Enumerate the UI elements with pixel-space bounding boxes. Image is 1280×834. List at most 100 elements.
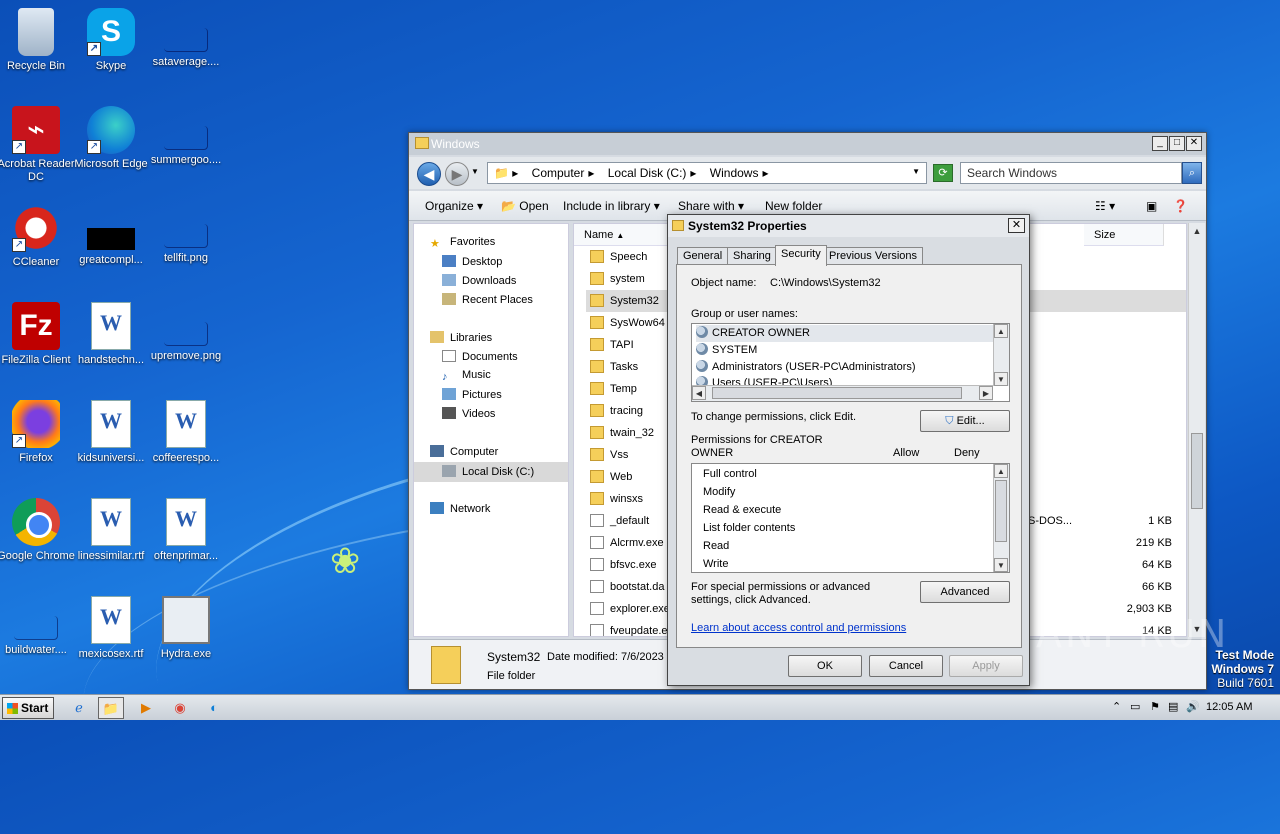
desktop-icon-file[interactable]: upremove.png — [141, 302, 231, 363]
scroll-left-icon[interactable]: ◀ — [692, 386, 706, 400]
chrome-taskbar-icon[interactable]: ◉ — [167, 697, 193, 719]
explorer-taskbar-icon[interactable]: 📁 — [98, 697, 124, 719]
user-item[interactable]: CREATOR OWNER — [696, 325, 994, 342]
address-row: ◀ ▶ ▼ 📁 ▸ Computer ▸ Local Disk (C:) ▸ Win… — [409, 157, 1206, 189]
scroll-thumb[interactable] — [1191, 433, 1203, 509]
forward-button[interactable]: ▶ — [445, 162, 469, 186]
open-button[interactable]: 📂 Open — [501, 199, 549, 213]
taskbar: Start ℯ 📁 ▶ ◉ ◐ ⌃ ▭ ⚑ ▤ 🔊 12:05 AM — [0, 694, 1280, 720]
scroll-right-icon[interactable]: ▶ — [979, 386, 993, 400]
scroll-thumb[interactable] — [995, 480, 1007, 542]
cancel-button[interactable]: Cancel — [869, 655, 943, 677]
desktop-icon-label: tellfit.png — [163, 252, 209, 264]
column-header-size[interactable]: Size — [1084, 224, 1164, 246]
blank-file-icon — [164, 322, 208, 346]
tray-app-icon[interactable]: ▭ — [1130, 700, 1140, 713]
desktop-icon-label: summergoo.... — [150, 154, 222, 166]
breadcrumb-computer[interactable]: Computer — [532, 163, 585, 183]
search-input[interactable]: Search Windows — [960, 162, 1182, 184]
permissions-list[interactable]: Full control Modify Read & execute List … — [691, 463, 1010, 573]
scroll-down-icon[interactable]: ▼ — [994, 558, 1008, 572]
scroll-down-icon[interactable]: ▼ — [994, 372, 1008, 386]
edge-taskbar-icon[interactable]: ◐ — [201, 697, 227, 719]
back-button[interactable]: ◀ — [417, 162, 441, 186]
nav-pictures[interactable]: Pictures — [442, 388, 502, 401]
search-icon[interactable]: ⌕ — [1182, 162, 1202, 184]
maximize-button[interactable]: □ — [1169, 136, 1185, 151]
scroll-up-icon[interactable]: ▲ — [994, 464, 1008, 478]
apply-button[interactable]: Apply — [949, 655, 1023, 677]
share-with-button[interactable]: Share with ▾ — [678, 199, 744, 213]
nav-libraries[interactable]: Libraries — [430, 331, 492, 344]
tab-general[interactable]: General — [677, 247, 729, 265]
nav-downloads[interactable]: Downloads — [442, 274, 516, 287]
tab-sharing[interactable]: Sharing — [727, 247, 777, 265]
advanced-button[interactable]: Advanced — [920, 581, 1010, 603]
clock[interactable]: 12:05 AM — [1206, 701, 1252, 713]
nav-local-disk[interactable]: Local Disk (C:) — [414, 462, 568, 482]
user-item[interactable]: SYSTEM — [696, 342, 757, 359]
desktop-icon-file[interactable]: summergoo.... — [141, 106, 231, 167]
nav-recent-places[interactable]: Recent Places — [442, 293, 533, 306]
breadcrumb-local-disk[interactable]: Local Disk (C:) — [608, 163, 687, 183]
edit-button[interactable]: ⛉ Edit... — [920, 410, 1010, 432]
permissions-scrollbar[interactable]: ▲ ▼ — [993, 464, 1009, 572]
access-control-help-link[interactable]: Learn about access control and permissio… — [691, 622, 906, 634]
minimize-button[interactable]: _ — [1152, 136, 1168, 151]
ok-button[interactable]: OK — [788, 655, 862, 677]
scroll-up-icon[interactable]: ▲ — [994, 324, 1008, 338]
media-player-taskbar-icon[interactable]: ▶ — [133, 697, 159, 719]
preview-pane-icon[interactable]: ▣ — [1146, 199, 1157, 213]
dialog-titlebar[interactable]: System32 Properties ✕ — [668, 215, 1029, 237]
start-button[interactable]: Start — [2, 697, 54, 719]
tray-expand-icon[interactable]: ⌃ — [1112, 700, 1121, 713]
nav-desktop[interactable]: Desktop — [442, 255, 502, 268]
user-list[interactable]: CREATOR OWNER SYSTEM Administrators (USE… — [691, 323, 1010, 402]
explorer-titlebar[interactable]: Windows _ □ ✕ — [409, 133, 1206, 155]
desktop-icon-file[interactable]: tellfit.png — [141, 204, 231, 265]
scroll-up-icon[interactable]: ▲ — [1189, 223, 1205, 239]
close-button[interactable]: ✕ — [1186, 136, 1202, 151]
refresh-icon[interactable]: ⟳ — [933, 164, 953, 182]
include-in-library-button[interactable]: Include in library ▾ — [563, 199, 660, 213]
address-dropdown-icon[interactable]: ▼ — [912, 167, 920, 176]
nav-computer[interactable]: Computer — [430, 445, 498, 458]
view-options-icon[interactable]: ☷ ▾ — [1095, 199, 1115, 213]
volume-icon[interactable]: 🔊 — [1186, 700, 1200, 713]
desktop-icon-file[interactable]: W coffeerespo... — [141, 400, 231, 465]
tab-previous-versions[interactable]: Previous Versions — [823, 247, 924, 265]
help-icon[interactable]: ❓ — [1173, 199, 1188, 213]
file-list-scrollbar[interactable]: ▲ ▼ — [1188, 223, 1205, 637]
recent-pages-chevron-icon[interactable]: ▼ — [471, 167, 479, 176]
new-folder-button[interactable]: New folder — [765, 199, 822, 213]
file-icon — [590, 602, 604, 615]
breadcrumb-windows[interactable]: Windows — [710, 163, 759, 183]
special-permissions-text: For special permissions or advanced sett… — [691, 581, 871, 606]
dialog-close-button[interactable]: ✕ — [1008, 218, 1025, 233]
music-icon: ♪ — [442, 371, 448, 383]
user-list-vscroll[interactable]: ▲ ▼ — [993, 324, 1009, 386]
user-list-hscroll[interactable]: ◀ ▶ — [692, 385, 993, 401]
user-item[interactable]: Administrators (USER-PC\Administrators) — [696, 359, 916, 376]
nav-music[interactable]: ♪ Music — [442, 369, 491, 383]
organize-button[interactable]: Organize ▾ — [425, 199, 483, 213]
hscroll-thumb[interactable] — [712, 387, 962, 399]
nav-favorites[interactable]: ★ Favorites — [430, 236, 495, 250]
open-label: Open — [519, 199, 549, 213]
nav-videos[interactable]: Videos — [442, 407, 495, 420]
network-icon[interactable]: ▤ — [1168, 700, 1178, 713]
nav-documents[interactable]: Documents — [442, 350, 518, 363]
address-bar[interactable]: 📁 ▸ Computer ▸ Local Disk (C:) ▸ Windows ▸ … — [487, 162, 927, 184]
desktop-icon-hydra[interactable]: Hydra.exe — [141, 596, 231, 661]
desktop-icon-file[interactable]: W oftenprimar... — [141, 498, 231, 563]
flag-icon[interactable]: ⚑ — [1150, 700, 1160, 713]
chevron-right-icon[interactable]: ▸ — [690, 163, 696, 183]
chevron-right-icon[interactable]: ▸ — [762, 163, 768, 183]
desktop-icon-file[interactable]: sataverage.... — [141, 8, 231, 69]
user-item[interactable]: Users (USER-PC\Users) — [696, 376, 832, 385]
internet-explorer-taskbar-icon[interactable]: ℯ — [66, 697, 92, 719]
tab-security[interactable]: Security — [775, 245, 827, 266]
nav-network[interactable]: Network — [430, 502, 490, 515]
chevron-right-icon[interactable]: ▸ — [588, 163, 594, 183]
test-mode-line: Windows 7 — [1211, 662, 1274, 676]
